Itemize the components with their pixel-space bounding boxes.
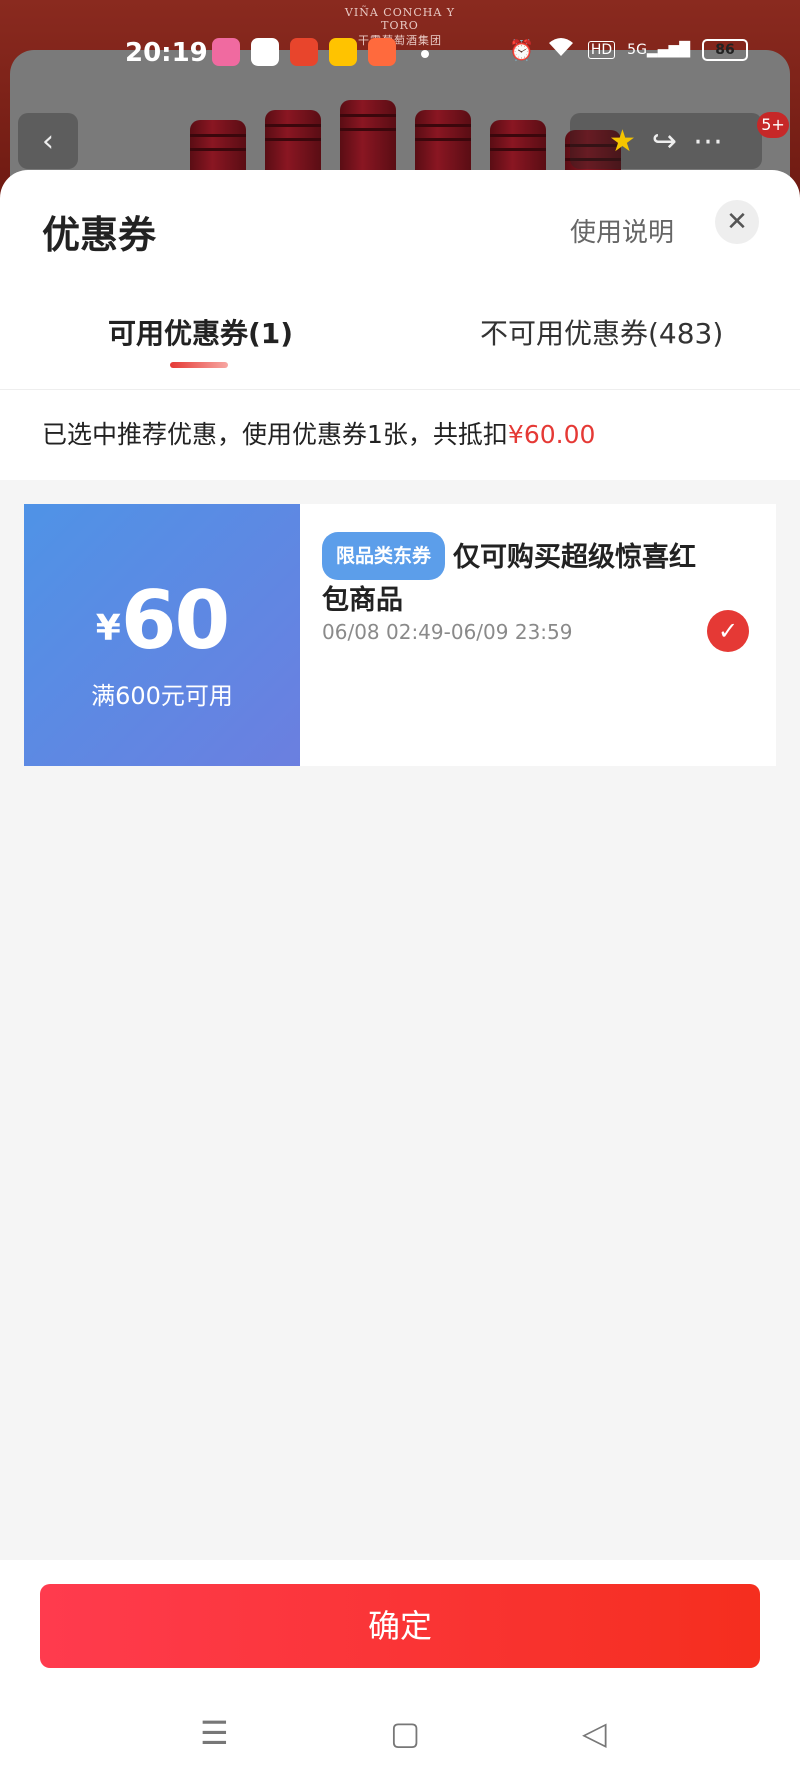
coupon-card[interactable]: ¥60 满600元可用 限品类东券 仅可购买超级惊喜红包商品 06/08 02:4…	[17, 504, 776, 766]
close-icon: ✕	[726, 207, 748, 237]
notification-app-icon	[290, 38, 318, 66]
coupon-list: ¥60 满600元可用 限品类东券 仅可购买超级惊喜红包商品 06/08 02:4…	[0, 480, 800, 1560]
coupon-amount: 60	[120, 574, 230, 667]
discount-summary: 已选中推荐优惠，使用优惠券1张，共抵扣¥60.00	[0, 390, 800, 480]
tab-available-coupons[interactable]: 可用优惠券(1)	[108, 312, 293, 352]
usage-instructions-link[interactable]: 使用说明	[570, 212, 674, 249]
status-time: 20:19	[125, 38, 208, 68]
sheet-header: 优惠券 使用说明 ✕	[0, 170, 800, 280]
system-nav-bar: ☰ ▢ ◁	[0, 1710, 800, 1770]
sheet-footer: 确定 ☰ ▢ ◁	[0, 1560, 800, 1786]
selected-check-icon[interactable]: ✓	[707, 610, 749, 652]
tab-unavailable-coupons[interactable]: 不可用优惠券(483)	[480, 312, 723, 352]
discount-amount: ¥60.00	[507, 420, 596, 449]
notification-badge: 5+	[757, 112, 789, 138]
more-notifications-dot	[421, 50, 429, 58]
more-icon[interactable]: ⋯	[693, 124, 723, 159]
coupon-condition: 满600元可用	[91, 682, 233, 710]
coupon-details: 限品类东券 仅可购买超级惊喜红包商品 06/08 02:49-06/09 23:5…	[300, 504, 776, 766]
coupon-validity: 06/08 02:49-06/09 23:59	[322, 620, 573, 644]
notification-app-icon	[251, 38, 279, 66]
header-actions: ★ ↪ ⋯	[570, 113, 762, 169]
active-tab-indicator	[170, 362, 228, 368]
wifi-icon	[546, 36, 576, 63]
alarm-icon: ⏰	[508, 37, 534, 62]
home-icon[interactable]: ▢	[390, 1714, 420, 1752]
coupon-sheet: 优惠券 使用说明 ✕ 可用优惠券(1) 不可用优惠券(483) 已选中推荐优惠，…	[0, 170, 800, 1786]
sheet-title: 优惠券	[42, 213, 157, 257]
coupon-value-panel: ¥60 满600元可用	[17, 504, 300, 766]
bilibili-app-icon	[212, 38, 240, 66]
battery-icon: 86	[702, 38, 748, 61]
back-triangle-icon[interactable]: ◁	[582, 1714, 607, 1752]
close-button[interactable]: ✕	[715, 200, 759, 244]
signal-icon: 5G▂▄▆█	[627, 41, 690, 58]
star-icon[interactable]: ★	[609, 124, 636, 159]
status-bar: 20:19 ⏰ HD 5G▂▄▆█ 86	[0, 30, 800, 74]
notification-app-icon	[368, 38, 396, 66]
back-button[interactable]: ‹	[18, 113, 78, 169]
confirm-button[interactable]: 确定	[40, 1584, 760, 1668]
status-indicators: ⏰ HD 5G▂▄▆█ 86	[509, 36, 748, 63]
chevron-left-icon: ‹	[42, 123, 54, 159]
coupon-currency: ¥	[95, 608, 121, 649]
hd-icon: HD	[587, 40, 616, 59]
coupon-tabs: 可用优惠券(1) 不可用优惠券(483)	[0, 290, 800, 390]
meituan-app-icon	[329, 38, 357, 66]
menu-icon[interactable]: ☰	[200, 1714, 229, 1752]
coupon-type-tag: 限品类东券	[322, 532, 446, 580]
share-icon[interactable]: ↪	[652, 124, 677, 159]
